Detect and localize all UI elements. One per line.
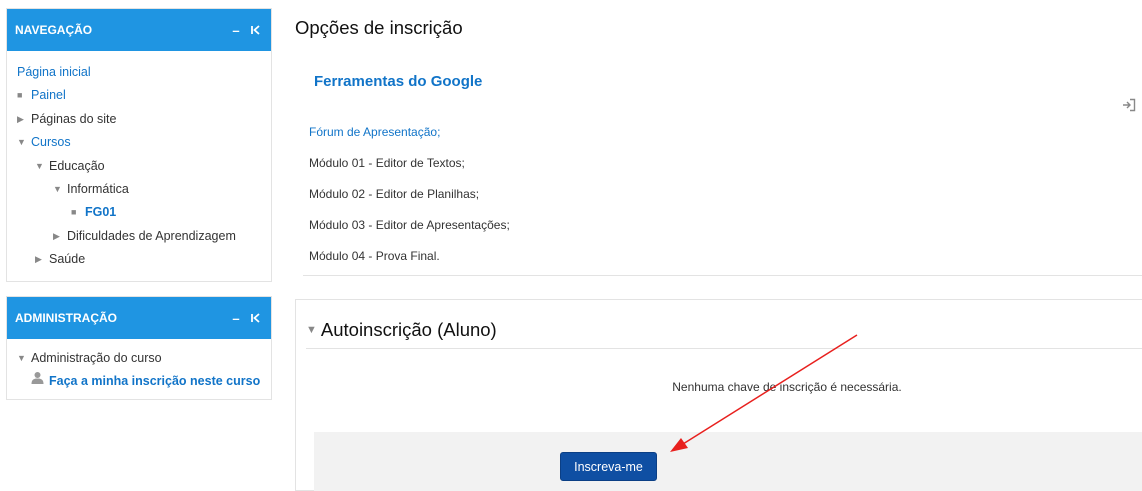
user-icon	[31, 370, 49, 393]
navigation-block-title: NAVEGAÇÃO	[15, 23, 93, 37]
nav-item-label[interactable]: Páginas do site	[31, 108, 116, 131]
nav-item-dashboard[interactable]: ■ Painel	[17, 84, 271, 107]
nav-item-label[interactable]: Cursos	[31, 131, 71, 154]
enrolment-key-message: Nenhuma chave de inscrição é necessária.	[296, 380, 1142, 394]
self-enrolment-header[interactable]: ▼ Autoinscrição (Aluno)	[306, 319, 497, 341]
module-line: Módulo 01 - Editor de Textos;	[309, 156, 465, 170]
course-info-box: Ferramentas do Google Fórum de Apresenta…	[303, 62, 1142, 276]
module-line: Módulo 02 - Editor de Planilhas;	[309, 187, 480, 201]
square-bullet-icon: ■	[71, 207, 77, 218]
nav-item-label[interactable]: Informática	[67, 178, 129, 201]
nav-item-courses[interactable]: ▼ Cursos	[17, 131, 271, 154]
caret-down-icon[interactable]: ▼	[53, 178, 67, 201]
page-title: Opções de inscrição	[295, 17, 463, 38]
nav-item-health[interactable]: ▶ Saúde	[17, 248, 271, 271]
administration-block-title: ADMINISTRAÇÃO	[15, 311, 117, 325]
enrol-me-button[interactable]: Inscreva-me	[560, 452, 657, 481]
administration-block-header: ADMINISTRAÇÃO –	[7, 297, 271, 339]
navigation-block-header: NAVEGAÇÃO –	[7, 9, 271, 51]
nav-item-learning-difficulties[interactable]: ▶ Dificuldades de Aprendizagem	[17, 225, 271, 248]
nav-item-education[interactable]: ▼ Educação	[17, 155, 271, 178]
submit-area: Inscreva-me	[314, 432, 1142, 491]
administration-block-controls: –	[229, 311, 263, 326]
forum-link[interactable]: Fórum de Apresentação;	[309, 117, 510, 148]
nav-item-home[interactable]: Página inicial	[17, 61, 271, 84]
admin-item-enrol-me[interactable]: Faça a minha inscrição neste curso	[17, 370, 271, 393]
navigation-block: NAVEGAÇÃO – Página inicial ■ Painel ▶ Pá…	[6, 8, 272, 282]
self-enrolment-title: Autoinscrição (Aluno)	[320, 319, 497, 340]
minimize-icon[interactable]: –	[229, 311, 243, 326]
module-line: Módulo 03 - Editor de Apresentações;	[309, 218, 510, 232]
course-name-link[interactable]: Ferramentas do Google	[314, 73, 482, 90]
collapse-caret-icon[interactable]: ▼	[306, 324, 317, 336]
course-summary: Fórum de Apresentação; Módulo 01 - Edito…	[309, 117, 510, 272]
nav-item-label[interactable]: Saúde	[49, 248, 85, 271]
nav-item-label[interactable]: Dificuldades de Aprendizagem	[67, 225, 236, 248]
navigation-tree: Página inicial ■ Painel ▶ Páginas do sit…	[7, 51, 271, 272]
nav-item-fg01[interactable]: ■ FG01	[17, 201, 271, 224]
square-bullet-icon: ■	[17, 90, 23, 101]
administration-tree: ▼ Administração do curso Faça a minha in…	[7, 339, 271, 394]
module-line: Módulo 04 - Prova Final.	[309, 249, 440, 263]
caret-right-icon[interactable]: ▶	[17, 108, 31, 131]
nav-item-informatics[interactable]: ▼ Informática	[17, 178, 271, 201]
enrolment-icon	[1122, 98, 1136, 112]
enrolment-key-message-text: Nenhuma chave de inscrição é necessária.	[672, 380, 902, 394]
minimize-icon[interactable]: –	[229, 23, 243, 38]
administration-block: ADMINISTRAÇÃO – ▼ Administração do curso…	[6, 296, 272, 400]
caret-down-icon[interactable]: ▼	[35, 155, 49, 178]
divider	[306, 348, 1142, 349]
nav-item-site-pages[interactable]: ▶ Páginas do site	[17, 108, 271, 131]
caret-right-icon[interactable]: ▶	[35, 248, 49, 271]
dock-icon[interactable]	[249, 311, 263, 326]
nav-item-label[interactable]: Educação	[49, 155, 105, 178]
dock-icon[interactable]	[249, 23, 263, 38]
admin-item-label[interactable]: Administração do curso	[31, 347, 162, 370]
caret-down-icon[interactable]: ▼	[17, 347, 31, 370]
caret-right-icon[interactable]: ▶	[53, 225, 67, 248]
caret-down-icon[interactable]: ▼	[17, 131, 31, 154]
nav-item-label[interactable]: Painel	[31, 84, 66, 107]
nav-item-label[interactable]: FG01	[85, 201, 116, 224]
admin-item-label[interactable]: Faça a minha inscrição neste curso	[49, 370, 260, 393]
navigation-block-controls: –	[229, 23, 263, 38]
self-enrolment-box: ▼ Autoinscrição (Aluno) Nenhuma chave de…	[295, 299, 1142, 491]
admin-item-course-admin[interactable]: ▼ Administração do curso	[17, 347, 271, 370]
nav-item-label[interactable]: Página inicial	[17, 61, 91, 84]
